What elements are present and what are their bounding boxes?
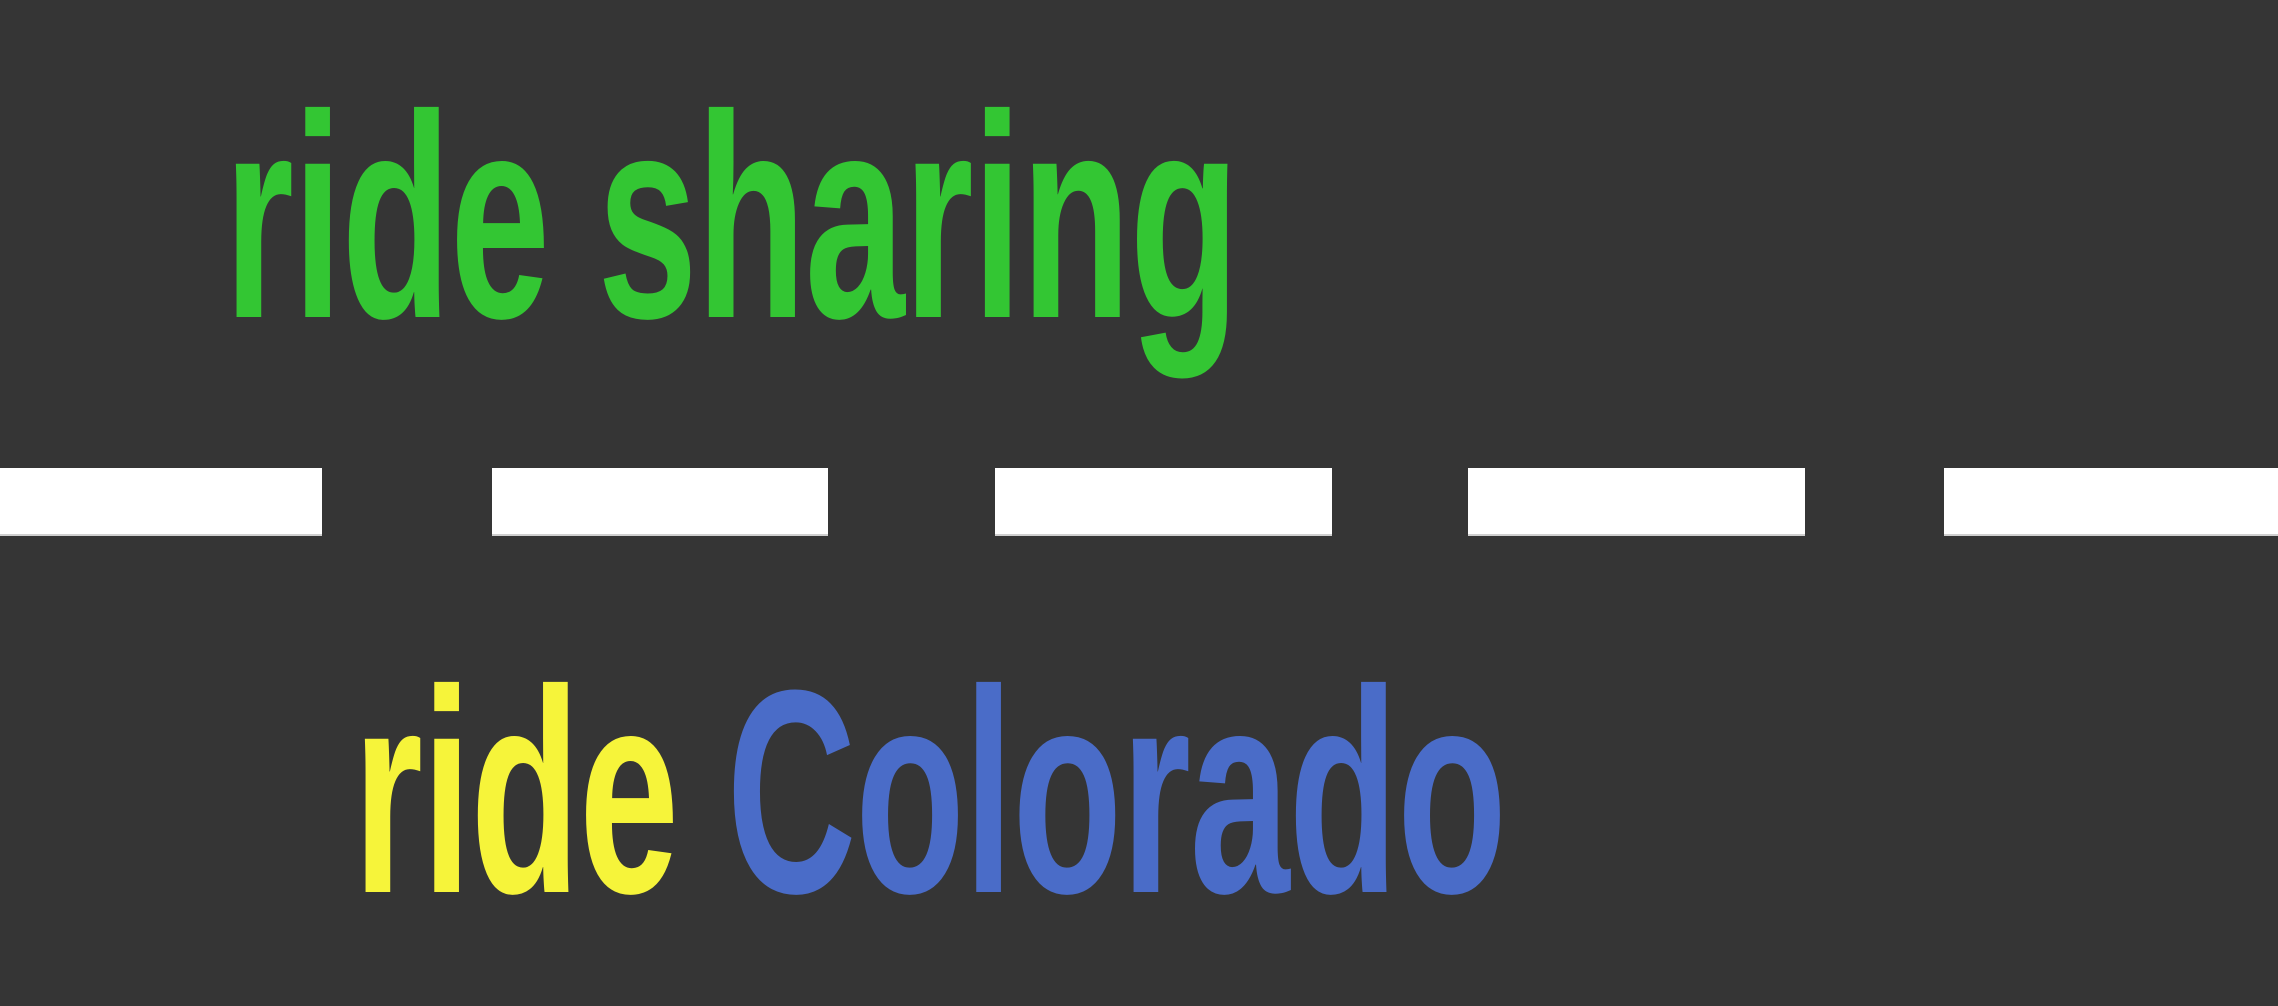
ride-colorado-text: ride Colorado <box>353 647 1507 937</box>
lane-dash <box>0 468 322 536</box>
lane-dash <box>1944 468 2278 536</box>
ride-sharing-text: ride sharing <box>224 72 1239 362</box>
lane-dash <box>1468 468 1805 536</box>
ride-word: ride <box>353 630 679 954</box>
lane-dash <box>492 468 828 536</box>
colorado-word: Colorado <box>726 630 1507 954</box>
ride-sharing-label: ride sharing <box>224 55 1239 379</box>
lane-dash <box>995 468 1332 536</box>
road-graphic: ride sharing ride Colorado <box>0 0 2278 1006</box>
lane-divider <box>0 468 2278 536</box>
